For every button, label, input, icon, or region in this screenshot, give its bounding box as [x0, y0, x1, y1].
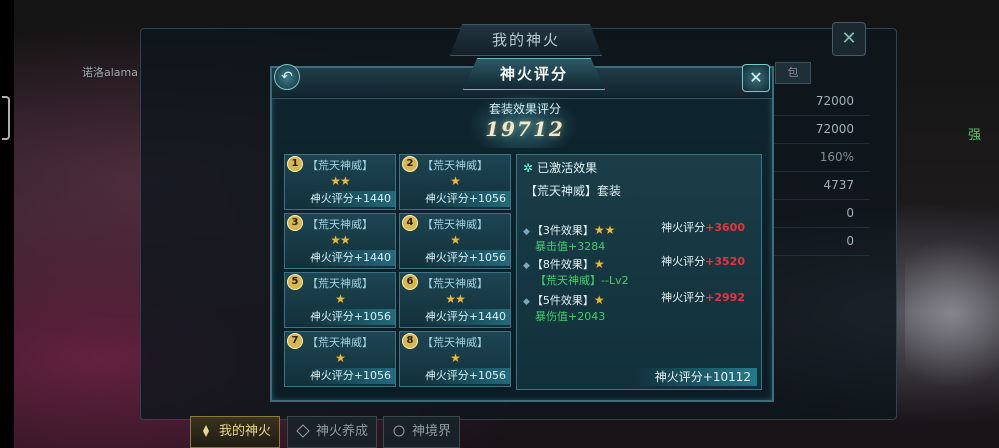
outer-stat-list: 72000 72000 160% 4737 0 0: [770, 88, 870, 256]
fire-card[interactable]: 5 【荒天神威】 ★ 神火评分+1056: [284, 272, 396, 328]
stat-value: 160%: [770, 144, 870, 172]
effect-score: 神火评分+2992: [661, 289, 745, 305]
star-rating: ★: [335, 351, 346, 365]
bag-tab[interactable]: 包: [775, 62, 811, 84]
card-name: 【荒天神威】: [422, 277, 488, 290]
tab-divine-realm[interactable]: 神境界: [383, 416, 461, 448]
star-rating: ★★: [593, 223, 616, 237]
panel-title: 神火评分: [463, 58, 605, 90]
background-green-text: 强: [968, 128, 982, 143]
sparkle-icon: ✲: [523, 161, 534, 175]
fire-card[interactable]: 6 【荒天神威】 ★★ 神火评分+1440: [399, 272, 511, 328]
cultivation-icon: [296, 424, 310, 438]
active-effects-panel: ✲ 已激活效果 【荒天神威】套装 ◆ 【3件效果】★★ 神火评分+3600 暴击值+…: [516, 154, 762, 390]
card-name: 【荒天神威】: [422, 218, 488, 231]
effect-detail: 暴伤值+2043: [535, 310, 606, 323]
card-name: 【荒天神威】: [307, 336, 373, 349]
bullet-icon: ◆: [523, 227, 530, 237]
outer-close-button[interactable]: ✕: [832, 22, 866, 56]
tab-label: 神境界: [412, 424, 452, 439]
outer-window-title: 我的神火: [450, 24, 602, 56]
fire-card[interactable]: 2 【荒天神威】 ★ 神火评分+1056: [399, 154, 511, 210]
background-effect: [905, 210, 999, 440]
card-score: 神火评分+1056: [307, 368, 395, 384]
effects-total-score: 神火评分+10112: [634, 368, 757, 386]
effect-score: 神火评分+3520: [661, 253, 745, 269]
card-name: 【荒天神威】: [307, 277, 373, 290]
effect-score-label: 神火评分: [661, 291, 706, 304]
effect-item: ◆ 【8件效果】★ 神火评分+3520 【荒天神威】--Lv2: [523, 253, 755, 288]
player-name: 诺洛alama: [82, 66, 138, 79]
star-rating: ★★: [330, 174, 351, 188]
star-rating: ★: [593, 257, 605, 271]
effect-item: ◆ 【5件效果】★ 神火评分+2992 暴伤值+2043: [523, 289, 755, 324]
tab-fire-cultivation[interactable]: 神火养成: [287, 416, 378, 448]
card-score: 神火评分+1440: [307, 191, 395, 207]
bullet-icon: ◆: [523, 297, 530, 307]
star-rating: ★: [450, 174, 461, 188]
card-score: 神火评分+1440: [422, 309, 510, 325]
fire-card[interactable]: 1 【荒天神威】 ★★ 神火评分+1440: [284, 154, 396, 210]
stat-value: 72000: [770, 88, 870, 116]
effect-score: 神火评分+3600: [661, 219, 745, 235]
realm-icon: [393, 425, 405, 437]
stat-value: 4737: [770, 172, 870, 200]
card-score: 神火评分+1056: [422, 191, 510, 207]
card-name: 【荒天神威】: [307, 218, 373, 231]
card-score: 神火评分+1056: [307, 309, 395, 325]
effect-title: 【5件效果】: [531, 294, 594, 307]
effect-score-plus: +3600: [705, 221, 745, 234]
side-handle-icon[interactable]: [2, 96, 10, 140]
effect-item: ◆ 【3件效果】★★ 神火评分+3600 暴击值+3284: [523, 219, 755, 254]
fire-card[interactable]: 8 【荒天神威】 ★ 神火评分+1056: [399, 331, 511, 387]
fire-card[interactable]: 7 【荒天神威】 ★ 神火评分+1056: [284, 331, 396, 387]
close-button[interactable]: ✕: [742, 64, 770, 92]
effect-title: 【8件效果】: [531, 258, 594, 271]
stat-value: 0: [770, 228, 870, 256]
stat-value: 72000: [770, 116, 870, 144]
effect-score-label: 神火评分: [661, 255, 706, 268]
fire-card[interactable]: 4 【荒天神威】 ★ 神火评分+1056: [399, 213, 511, 269]
card-name: 【荒天神威】: [422, 336, 488, 349]
card-score: 神火评分+1056: [422, 368, 510, 384]
effects-header-label: 已激活效果: [537, 161, 598, 175]
back-button[interactable]: ↶: [274, 64, 300, 90]
star-rating: ★★: [330, 233, 351, 247]
star-rating: ★★: [445, 292, 466, 306]
fire-icon: [203, 425, 209, 437]
effect-score-label: 神火评分: [661, 221, 706, 234]
screen-left-edge: [0, 0, 14, 448]
tab-label: 我的神火: [219, 424, 272, 439]
bullet-icon: ◆: [523, 261, 530, 271]
star-rating: ★: [593, 293, 605, 307]
card-name: 【荒天神威】: [422, 159, 488, 172]
card-score: 神火评分+1056: [422, 250, 510, 266]
star-rating: ★: [450, 233, 461, 247]
card-name: 【荒天神威】: [307, 159, 373, 172]
fire-card[interactable]: 3 【荒天神威】 ★★ 神火评分+1440: [284, 213, 396, 269]
effect-score-plus: +2992: [705, 291, 745, 304]
card-score: 神火评分+1440: [307, 250, 395, 266]
effects-header: ✲ 已激活效果: [523, 159, 597, 176]
set-score-label: 套装效果评分: [488, 102, 561, 116]
set-name: 【荒天神威】套装: [525, 184, 622, 198]
effect-detail: 暴击值+3284: [535, 240, 606, 253]
set-score-value: 19712: [485, 117, 565, 141]
effect-title: 【3件效果】: [531, 224, 594, 237]
effect-detail: 【荒天神威】--Lv2: [535, 274, 629, 287]
tab-label: 神火养成: [316, 424, 369, 439]
tab-my-divine-fire[interactable]: 我的神火: [190, 416, 281, 448]
star-rating: ★: [450, 351, 461, 365]
stat-value: 0: [770, 200, 870, 228]
star-rating: ★: [335, 292, 346, 306]
effect-score-plus: +3520: [705, 255, 745, 268]
